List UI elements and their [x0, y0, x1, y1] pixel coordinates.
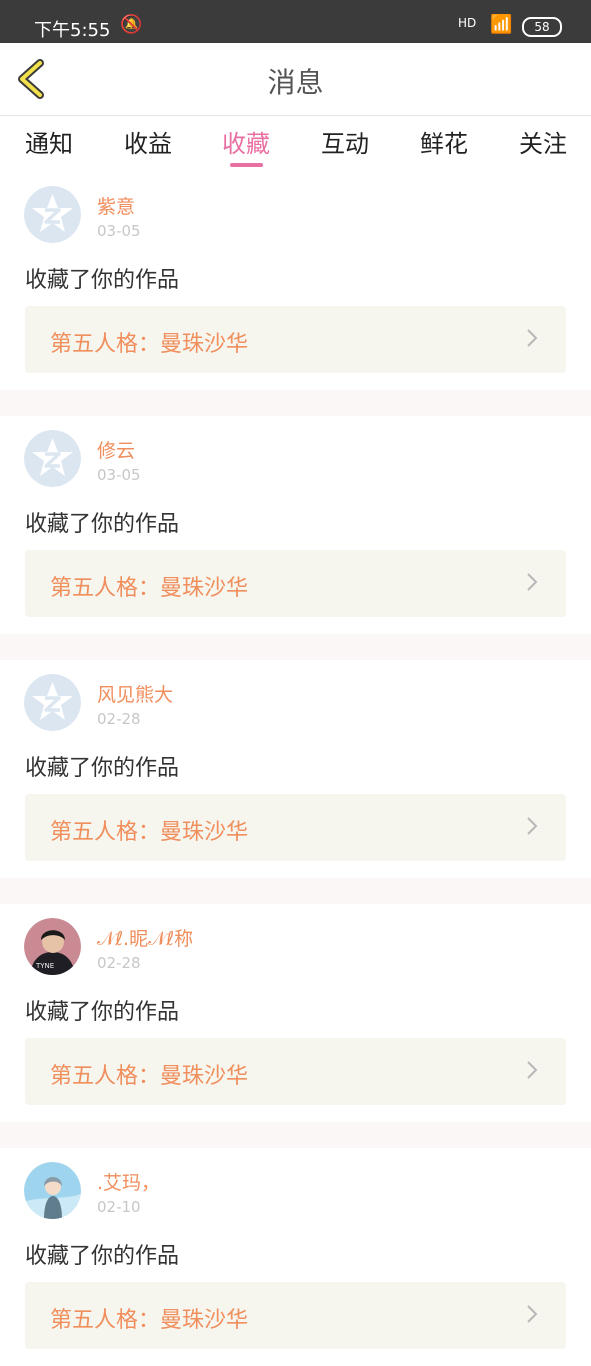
work-title: 第五人格：曼珠沙华 — [50, 576, 249, 601]
message-date: 02-28 — [97, 710, 141, 728]
work-title: 第五人格：曼珠沙华 — [50, 1064, 249, 1089]
work-title: 第五人格：曼珠沙华 — [50, 1308, 249, 1333]
message-date: 02-28 — [97, 954, 141, 972]
tab-interactions[interactable]: 互动 — [321, 124, 369, 159]
work-link[interactable]: 第五人格：曼珠沙华 — [25, 1038, 566, 1105]
user-photo-avatar-icon: TYNE — [24, 918, 81, 975]
user-name[interactable]: 修云 — [97, 436, 135, 463]
default-avatar-icon — [24, 430, 81, 487]
divider — [0, 390, 591, 416]
chevron-right-icon — [527, 573, 538, 591]
default-avatar-icon — [24, 674, 81, 731]
default-avatar-icon — [24, 186, 81, 243]
work-link[interactable]: 第五人格：曼珠沙华 — [25, 1282, 566, 1349]
divider — [0, 1122, 591, 1148]
user-name[interactable]: .艾玛， — [97, 1168, 160, 1195]
message-text: 收藏了你的作品 — [25, 512, 180, 537]
divider — [0, 878, 591, 904]
status-time: 下午5:55 — [34, 20, 111, 41]
message-item: TYNE 𝒩ℓ.昵𝒩ℓ称 02-28 收藏了你的作品 第五人格：曼珠沙华 — [0, 904, 591, 1122]
message-text: 收藏了你的作品 — [25, 756, 180, 781]
chevron-right-icon — [527, 329, 538, 347]
divider — [0, 634, 591, 660]
avatar[interactable] — [24, 186, 81, 243]
battery-icon: 58 — [522, 17, 562, 37]
message-item: 风见熊大 02-28 收藏了你的作品 第五人格：曼珠沙华 — [0, 660, 591, 878]
page-title: 消息 — [267, 66, 324, 99]
tab-flowers[interactable]: 鲜花 — [420, 124, 468, 159]
user-name[interactable]: 紫意 — [97, 192, 135, 219]
tab-bar: 通知 收益 收藏 互动 鲜花 关注 — [0, 116, 591, 172]
avatar[interactable]: TYNE — [24, 918, 81, 975]
message-date: 02-10 — [97, 1198, 141, 1216]
avatar[interactable] — [24, 1162, 81, 1219]
chevron-right-icon — [527, 1061, 538, 1079]
user-name[interactable]: 𝒩ℓ.昵𝒩ℓ称 — [97, 924, 193, 951]
user-photo-avatar-icon — [24, 1162, 81, 1219]
message-date: 03-05 — [97, 466, 141, 484]
app-header: 消息 — [0, 43, 591, 116]
message-text: 收藏了你的作品 — [25, 268, 180, 293]
message-text: 收藏了你的作品 — [25, 1244, 180, 1269]
message-item: 紫意 03-05 收藏了你的作品 第五人格：曼珠沙华 — [0, 172, 591, 390]
signal-icon: HD — [458, 16, 477, 30]
message-date: 03-05 — [97, 222, 141, 240]
work-link[interactable]: 第五人格：曼珠沙华 — [25, 550, 566, 617]
user-name[interactable]: 风见熊大 — [97, 680, 173, 707]
svg-text:TYNE: TYNE — [35, 962, 54, 970]
avatar[interactable] — [24, 674, 81, 731]
mute-bell-icon: 🔕 — [120, 14, 143, 35]
message-text: 收藏了你的作品 — [25, 1000, 180, 1025]
work-title: 第五人格：曼珠沙华 — [50, 332, 249, 357]
message-list: 紫意 03-05 收藏了你的作品 第五人格：曼珠沙华 修云 03-05 收藏了你… — [0, 172, 591, 1366]
chevron-right-icon — [527, 817, 538, 835]
tab-following[interactable]: 关注 — [519, 124, 567, 159]
tab-favorites[interactable]: 收藏 — [222, 124, 270, 159]
active-tab-indicator — [230, 163, 263, 167]
message-item: 修云 03-05 收藏了你的作品 第五人格：曼珠沙华 — [0, 416, 591, 634]
tab-earnings[interactable]: 收益 — [124, 124, 172, 159]
tab-notifications[interactable]: 通知 — [25, 124, 73, 159]
status-bar: 下午5:55 🔕 HD 📶 58 — [0, 0, 591, 43]
chevron-right-icon — [527, 1305, 538, 1323]
wifi-icon: 📶 — [490, 14, 513, 35]
work-link[interactable]: 第五人格：曼珠沙华 — [25, 306, 566, 373]
message-item: .艾玛， 02-10 收藏了你的作品 第五人格：曼珠沙华 — [0, 1148, 591, 1366]
work-title: 第五人格：曼珠沙华 — [50, 820, 249, 845]
avatar[interactable] — [24, 430, 81, 487]
work-link[interactable]: 第五人格：曼珠沙华 — [25, 794, 566, 861]
